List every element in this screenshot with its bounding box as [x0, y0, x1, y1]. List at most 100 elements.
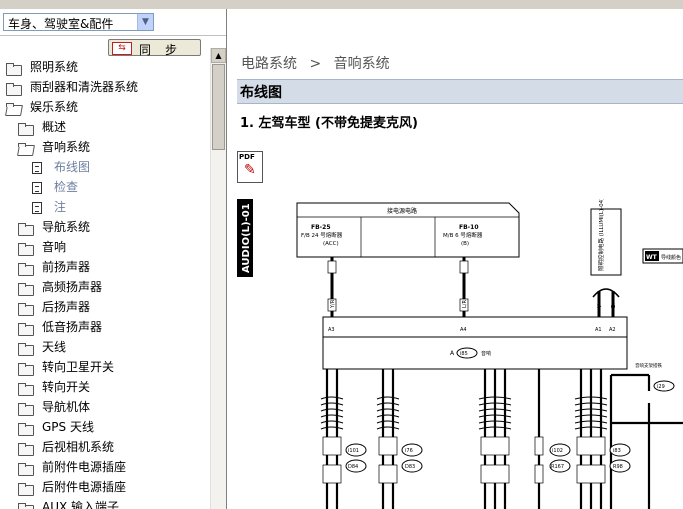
- tree-node[interactable]: 导航机体: [18, 398, 90, 416]
- tree-node[interactable]: 检查: [32, 178, 78, 196]
- tree-node[interactable]: 前附件电源插座: [18, 458, 126, 476]
- conn-label: R98: [613, 464, 623, 470]
- folder-icon: [18, 322, 34, 336]
- tree-node-label: 导航系统: [42, 220, 91, 234]
- fb25-label: FB-25: [311, 224, 331, 231]
- navigation-pane: 车身、驾驶室&配件 ▼ ⇆ 同步 照明系统 雨刮器和清洗器系统 娱乐系统 概述 …: [0, 9, 227, 509]
- folder-open-icon: [6, 102, 22, 114]
- tree-node[interactable]: 后视相机系统: [18, 438, 114, 456]
- sync-icon: ⇆: [112, 42, 132, 55]
- folder-open-icon: [18, 142, 34, 154]
- chevron-down-icon[interactable]: ▼: [137, 14, 153, 30]
- document-icon: [32, 161, 42, 174]
- folder-icon: [18, 382, 34, 396]
- wt-text: 导线颜色: [661, 254, 681, 261]
- tree-view[interactable]: 照明系统 雨刮器和清洗器系统 娱乐系统 概述 音响系统 布线图 检查 注 导航系…: [0, 58, 210, 509]
- tree-node-label: 音响系统: [42, 140, 91, 154]
- section-title-bar: 布线图: [237, 79, 683, 104]
- tree-node[interactable]: 后附件电源插座: [18, 478, 126, 496]
- tree-node-label: 转向开关: [42, 380, 91, 394]
- conn-label: i102: [552, 448, 563, 454]
- tree-node[interactable]: 天线: [18, 338, 66, 356]
- page-heading: 1. 左驾车型 (不带免提麦克风): [240, 116, 418, 131]
- conn-label: D84: [348, 464, 358, 470]
- breadcrumb: 电路系统 > 音响系统: [241, 53, 398, 73]
- breadcrumb-link-circuit[interactable]: 电路系统: [241, 56, 297, 72]
- fb25-sub: F/B 24 号熔断器: [301, 231, 343, 239]
- pdf-icon-label: PDF: [239, 153, 255, 161]
- power-box-title: 接电源电路: [387, 207, 417, 215]
- ground-label: i29: [657, 384, 665, 390]
- tree-node[interactable]: 布线图: [32, 158, 90, 176]
- wire-color-yr: Y/R: [330, 299, 336, 309]
- conn-label: D83: [405, 464, 415, 470]
- tree-node[interactable]: GPS 天线: [18, 418, 94, 436]
- folder-icon: [18, 222, 34, 236]
- pin-a3: A3: [328, 327, 335, 333]
- tree-node-label: 前扬声器: [42, 260, 91, 274]
- tree-node-label: 照明系统: [30, 60, 79, 74]
- tree-node[interactable]: 雨刮器和清洗器系统: [6, 78, 138, 96]
- tree-node-label: 前附件电源插座: [42, 460, 127, 474]
- tree-node[interactable]: 娱乐系统: [6, 98, 78, 116]
- tree-scrollbar[interactable]: ▲: [210, 48, 226, 509]
- fb10-sub: M/B 6 号熔断器: [443, 231, 483, 239]
- folder-icon: [18, 342, 34, 356]
- folder-icon: [18, 402, 34, 416]
- scroll-up-arrow-icon[interactable]: ▲: [211, 48, 226, 63]
- fb25-acc: (ACC): [323, 241, 339, 247]
- folder-icon: [18, 362, 34, 376]
- category-dropdown[interactable]: 车身、驾驶室&配件 ▼: [3, 13, 154, 31]
- tree-node[interactable]: 概述: [18, 118, 66, 136]
- category-dropdown-value: 车身、驾驶室&配件: [8, 17, 114, 31]
- pin-a1: A1: [595, 327, 602, 333]
- breadcrumb-current: 音响系统: [333, 56, 390, 72]
- tree-node-label: 导航机体: [42, 400, 91, 414]
- document-icon: [32, 201, 42, 214]
- tree-node[interactable]: 低音扬声器: [18, 318, 102, 336]
- sync-button[interactable]: ⇆ 同步: [108, 39, 201, 57]
- wt-label: WT: [646, 254, 658, 261]
- folder-icon: [18, 442, 34, 456]
- folder-icon: [18, 302, 34, 316]
- audio-conn-id: i85: [460, 351, 468, 357]
- tree-node[interactable]: 高频扬声器: [18, 278, 102, 296]
- folder-icon: [18, 502, 34, 509]
- tree-node-label: 高频扬声器: [42, 280, 103, 294]
- pin-a4: A4: [460, 327, 467, 333]
- tree-node[interactable]: 注: [32, 198, 66, 216]
- conn-label: i101: [348, 448, 359, 454]
- tree-node-label: 后扬声器: [42, 300, 91, 314]
- tree-node[interactable]: 后扬声器: [18, 298, 90, 316]
- tree-node-label: 概述: [42, 120, 67, 134]
- wiring-diagram: AUDIO(L)-01 接电源电路 FB-25 F/B 24 号熔断器 (ACC…: [237, 199, 683, 509]
- scrollbar-thumb[interactable]: [212, 64, 225, 150]
- tree-node[interactable]: AUX 输入端子: [18, 498, 119, 509]
- folder-icon: [18, 282, 34, 296]
- fb10-b: (B): [461, 241, 469, 247]
- section-title: 布线图: [240, 85, 282, 101]
- document-icon: [32, 181, 42, 194]
- folder-icon: [18, 462, 34, 476]
- conn-label: i83: [613, 448, 621, 454]
- sync-button-label: 同步: [139, 43, 192, 57]
- tree-node[interactable]: 转向开关: [18, 378, 90, 396]
- tree-node[interactable]: 前扬声器: [18, 258, 90, 276]
- tree-node[interactable]: 照明系统: [6, 58, 78, 76]
- tree-node-label: 注: [54, 200, 67, 214]
- tree-node-label: 后视相机系统: [42, 440, 115, 454]
- tree-node-label: 音响: [42, 240, 67, 254]
- tree-node-label: 转向卫星开关: [42, 360, 115, 374]
- folder-icon: [6, 62, 22, 76]
- tree-node[interactable]: 转向卫星开关: [18, 358, 114, 376]
- tree-node-label: 检查: [54, 180, 79, 194]
- breadcrumb-separator: >: [309, 56, 322, 72]
- divider: [0, 35, 226, 36]
- conn-label: i76: [405, 448, 413, 454]
- tree-node[interactable]: 音响系统: [18, 138, 90, 156]
- tree-node[interactable]: 音响: [18, 238, 66, 256]
- pdf-icon[interactable]: PDF ✎: [237, 151, 263, 183]
- pin-a2: A2: [609, 327, 616, 333]
- illumi-box: [590, 208, 622, 276]
- tree-node[interactable]: 导航系统: [18, 218, 90, 236]
